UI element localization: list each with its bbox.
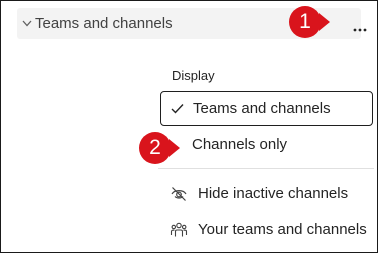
hide-inactive-channels-item[interactable]: Hide inactive channels [160,180,375,208]
people-team-icon [170,222,188,237]
checkmark-icon [171,104,184,114]
callout-1-number: 1 [299,10,311,33]
option-label: Channels only [192,136,288,153]
eye-off-icon [171,187,187,201]
menu-heading-display: Display [172,68,215,83]
option-label: Teams and channels [193,100,331,117]
your-teams-and-channels-item[interactable]: Your teams and channels [160,216,375,244]
option-channels-only[interactable]: Channels only [160,129,373,161]
item-label: Your teams and channels [198,221,367,238]
item-label: Hide inactive channels [198,185,349,202]
menu-divider [158,168,374,169]
panel: Teams and channels 1 Display Teams and c… [0,0,378,253]
callout-2: 2 [139,132,171,164]
option-teams-and-channels[interactable]: Teams and channels [160,91,373,126]
callout-1: 1 [289,6,321,38]
callout-2-number: 2 [149,136,161,159]
ellipsis-icon [353,28,367,32]
more-options-button[interactable] [344,15,376,45]
chevron-down-icon [22,20,32,27]
section-title: Teams and channels [35,15,173,32]
